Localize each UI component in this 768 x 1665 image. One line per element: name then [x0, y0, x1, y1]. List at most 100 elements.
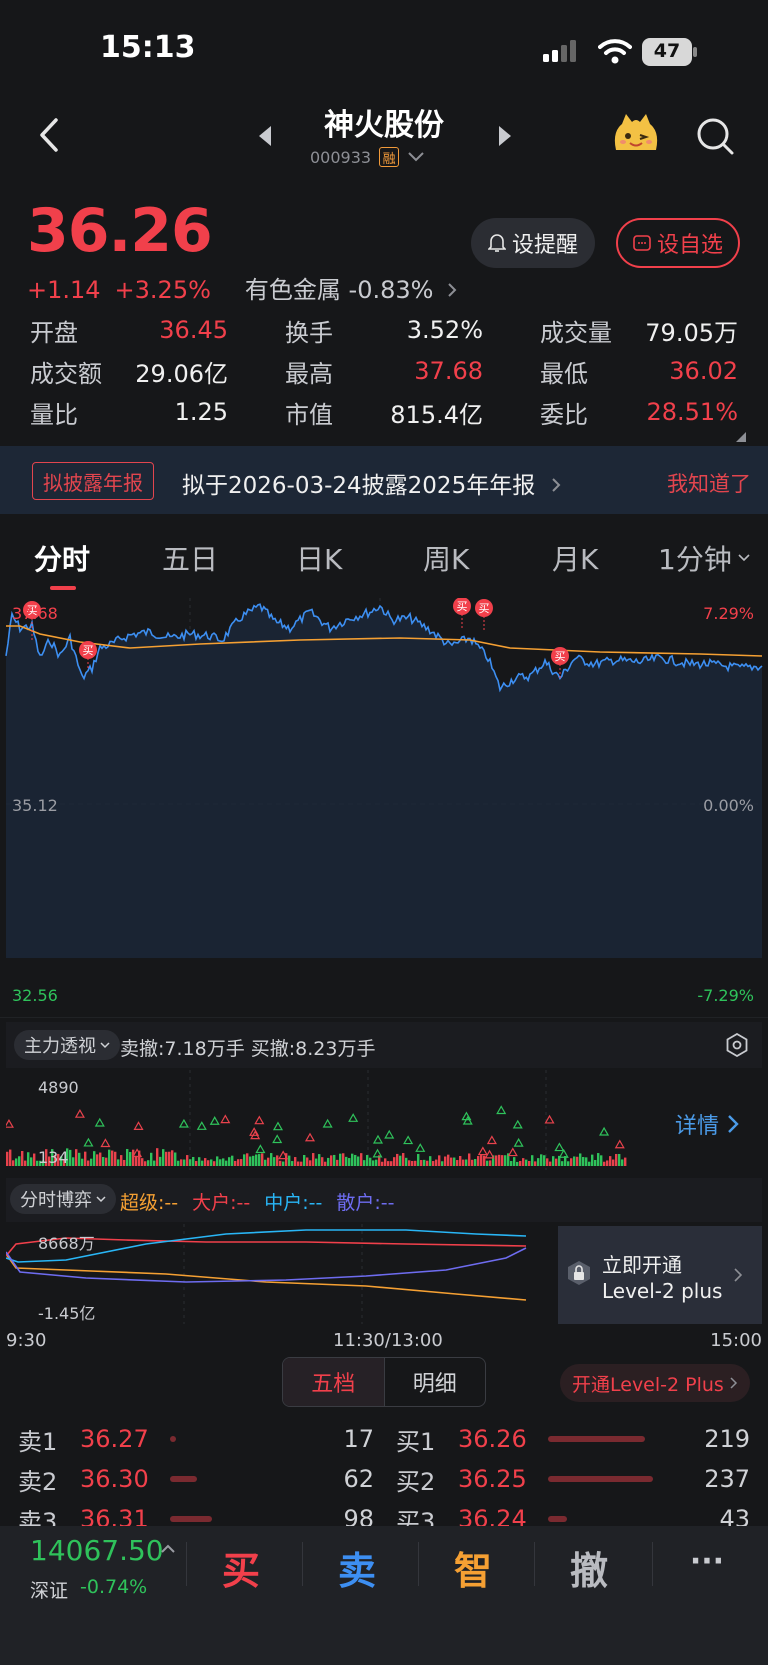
level-label: 买2 [396, 1467, 436, 1496]
stat-value: 79.05万 [645, 318, 738, 347]
flow-bar [225, 1160, 228, 1166]
stock-code-row[interactable]: 000933 融 [310, 145, 425, 169]
flow-triangle [372, 1134, 384, 1144]
flow-triangle [220, 1114, 231, 1124]
flow-triangle [74, 1108, 85, 1118]
flow-bar [573, 1156, 576, 1166]
sector-link[interactable]: 有色金属 -0.83% [245, 270, 434, 305]
flow-bar [78, 1152, 81, 1166]
flow-bar [582, 1156, 585, 1166]
current-price: 36.26 [27, 196, 213, 266]
flow-bar [552, 1156, 555, 1166]
add-watchlist-button[interactable]: 设自选 [616, 218, 740, 268]
flow-bar [306, 1157, 309, 1166]
flow-bar [534, 1161, 537, 1166]
tab-five-day[interactable]: 五日 [162, 538, 218, 578]
flow-bar [363, 1160, 366, 1166]
flow-bar [600, 1155, 603, 1166]
flow-bar [357, 1156, 360, 1166]
chevron-right-icon[interactable] [447, 282, 457, 298]
sell-level-row[interactable]: 卖1 36.27 17 [18, 1420, 374, 1458]
flow-bar [609, 1156, 612, 1166]
chevron-down-icon [738, 554, 750, 562]
more-button[interactable]: ··· [652, 1544, 762, 1596]
buy-level-row[interactable]: 买2 36.25 237 [396, 1460, 750, 1498]
wifi-icon [598, 39, 632, 64]
index-value[interactable]: 14067.50 [30, 1534, 164, 1567]
flow-bar [99, 1152, 102, 1166]
flow-bar [156, 1148, 159, 1166]
flow-bar [327, 1157, 330, 1166]
flow-triangle [100, 1138, 111, 1148]
intraday-chart[interactable]: 买买买买买 37.68 7.29% 35.12 0.00% 32.56 -7.2… [0, 597, 768, 1019]
active-tab-indicator [50, 586, 76, 590]
banner-dismiss-button[interactable]: 我知道了 [667, 468, 751, 498]
flow-bar [144, 1161, 147, 1166]
flow-bar [366, 1155, 369, 1166]
flow-triangle [348, 1113, 359, 1122]
cancel-order-button[interactable]: 撤 [534, 1540, 644, 1593]
set-alert-button[interactable]: 设提醒 [471, 218, 595, 268]
flow-bar [342, 1153, 345, 1166]
flow-bar [510, 1161, 513, 1166]
search-icon[interactable] [694, 115, 736, 157]
chevron-down-icon[interactable] [407, 151, 425, 163]
sell-button[interactable]: 卖 [302, 1540, 412, 1593]
flow-bar [297, 1161, 300, 1166]
flow-bar [588, 1161, 591, 1166]
flow-bar [441, 1161, 444, 1166]
index-change: -0.74% [80, 1576, 148, 1598]
flow-triangle [599, 1126, 610, 1136]
banner-tag: 拟披露年报 [32, 462, 154, 500]
flow-bar [294, 1157, 297, 1166]
sell-level-row[interactable]: 卖2 36.30 62 [18, 1460, 374, 1498]
flow-bar [471, 1159, 474, 1166]
time-midday: 11:30/13:00 [333, 1330, 443, 1351]
flow-bar [498, 1154, 501, 1166]
tab-minute-select[interactable]: 1分钟 [658, 538, 750, 578]
tab-five-levels[interactable]: 五档 [283, 1358, 385, 1406]
back-arrow-icon[interactable] [30, 112, 70, 158]
legend-medium: 中户:-- [264, 1192, 323, 1214]
flow-bar [621, 1159, 624, 1166]
tab-monthly-k[interactable]: 月K [552, 538, 598, 578]
smart-trade-button[interactable]: 智 [418, 1540, 528, 1593]
bell-icon [487, 234, 506, 252]
mascot-icon[interactable] [610, 110, 662, 156]
details-link[interactable]: 详情 [675, 1108, 739, 1140]
expand-corner-icon[interactable] [736, 432, 746, 442]
flow-triangle [133, 1121, 144, 1130]
buy-marker-label: 买 [83, 644, 94, 657]
buy-level-row[interactable]: 买1 36.26 219 [396, 1420, 750, 1458]
flow-bar [477, 1156, 480, 1166]
banner-text[interactable]: 拟于2026-03-24披露2025年年报 [182, 466, 561, 500]
chevron-up-icon[interactable] [160, 1544, 176, 1554]
settings-icon[interactable] [725, 1033, 749, 1057]
tab-trade-detail[interactable]: 明细 [385, 1358, 486, 1406]
intraday-game-dropdown[interactable]: 分时博弈 [10, 1184, 116, 1214]
tab-intraday[interactable]: 分时 [34, 538, 90, 578]
tab-weekly-k[interactable]: 周K [423, 538, 469, 578]
flow-triangle [304, 1132, 316, 1142]
flow-bar [456, 1160, 459, 1166]
level-volume-bar [170, 1436, 176, 1442]
flow-triangle [372, 1148, 383, 1158]
price-area [6, 604, 762, 958]
flow-triangle [196, 1121, 207, 1130]
buy-button[interactable]: 买 [186, 1540, 296, 1593]
flow-bar [180, 1159, 183, 1166]
tab-daily-k[interactable]: 日K [296, 538, 342, 578]
level-label: 买1 [396, 1427, 436, 1456]
main-force-dropdown[interactable]: 主力透视 [14, 1030, 120, 1060]
flow-triangle [272, 1134, 283, 1144]
open-level2-button[interactable]: 开通Level-2 Plus [560, 1364, 750, 1402]
flow-bar [612, 1159, 615, 1166]
flow-bar [183, 1159, 186, 1166]
next-stock-icon[interactable] [495, 124, 515, 148]
game-legend: 超级:-- 大户:-- 中户:-- 散户:-- [120, 1188, 395, 1215]
flow-bar [570, 1158, 573, 1166]
flow-bar [390, 1161, 393, 1166]
flow-bar [276, 1155, 279, 1166]
flow-bar [15, 1158, 18, 1166]
order-flow-chart[interactable]: 4890 134 [3, 1070, 762, 1170]
